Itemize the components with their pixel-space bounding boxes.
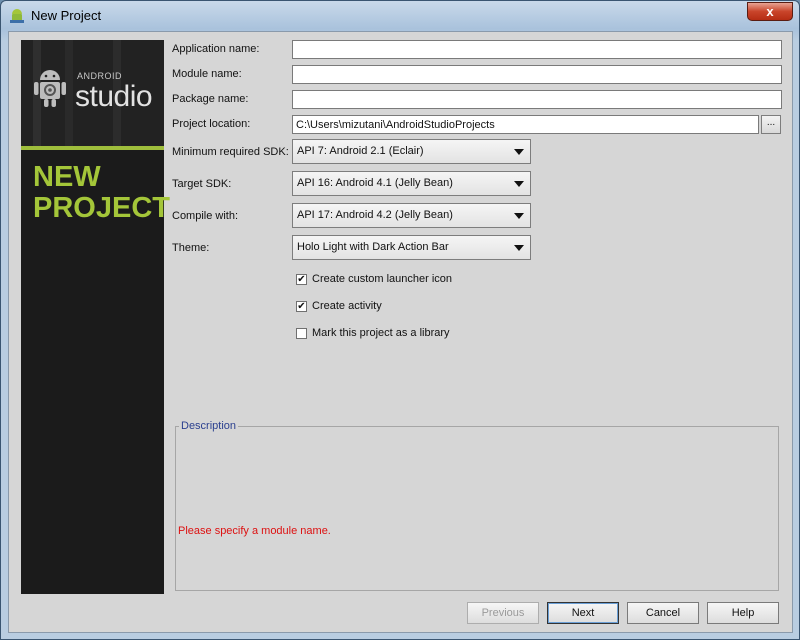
description-legend: Description bbox=[179, 420, 239, 432]
create-launcher-icon-checkbox[interactable]: ✔ bbox=[296, 274, 307, 285]
compile-with-label: Compile with: bbox=[172, 210, 239, 222]
project-location-label: Project location: bbox=[172, 118, 251, 130]
min-sdk-dropdown[interactable]: API 7: Android 2.1 (Eclair) bbox=[292, 139, 531, 164]
chevron-down-icon bbox=[514, 213, 524, 219]
banner-title-line1: NEW bbox=[33, 161, 101, 193]
module-name-field[interactable] bbox=[292, 65, 782, 84]
chevron-down-icon bbox=[514, 181, 524, 187]
description-panel: Description Please specify a module name… bbox=[175, 420, 779, 591]
min-sdk-label: Minimum required SDK: bbox=[172, 146, 289, 158]
mark-as-library-label[interactable]: Mark this project as a library bbox=[312, 327, 450, 339]
browse-location-button[interactable]: ... bbox=[761, 115, 781, 134]
help-button[interactable]: Help bbox=[707, 602, 779, 624]
window-title: New Project bbox=[31, 8, 102, 23]
theme-label: Theme: bbox=[172, 242, 210, 254]
validation-error-message: Please specify a module name. bbox=[178, 525, 331, 537]
target-sdk-label: Target SDK: bbox=[172, 178, 232, 190]
module-name-label: Module name: bbox=[172, 68, 242, 80]
chevron-down-icon bbox=[514, 245, 524, 251]
title-bar[interactable]: New Project x bbox=[1, 1, 799, 31]
create-launcher-icon-label[interactable]: Create custom launcher icon bbox=[312, 273, 452, 285]
previous-button[interactable]: Previous bbox=[467, 602, 539, 624]
create-activity-checkbox[interactable]: ✔ bbox=[296, 301, 307, 312]
brand-studio-label: studio bbox=[75, 80, 153, 113]
application-name-field[interactable] bbox=[292, 40, 782, 59]
min-sdk-value: API 7: Android 2.1 (Eclair) bbox=[297, 145, 424, 157]
new-project-banner: ANDROID studio NEW PROJECT bbox=[21, 40, 170, 594]
create-activity-label[interactable]: Create activity bbox=[312, 300, 382, 312]
banner-divider bbox=[21, 146, 164, 150]
banner-title-line2: PROJECT bbox=[33, 192, 170, 224]
dialog-content: ANDROID studio NEW PROJECT Application n… bbox=[8, 31, 793, 633]
application-name-label: Application name: bbox=[172, 43, 260, 55]
target-sdk-value: API 16: Android 4.1 (Jelly Bean) bbox=[297, 177, 453, 189]
compile-with-dropdown[interactable]: API 17: Android 4.2 (Jelly Bean) bbox=[292, 203, 531, 228]
chevron-down-icon bbox=[514, 149, 524, 155]
android-robot-icon bbox=[34, 70, 66, 107]
package-name-field[interactable] bbox=[292, 90, 782, 109]
package-name-label: Package name: bbox=[172, 93, 249, 105]
mark-as-library-checkbox[interactable] bbox=[296, 328, 307, 339]
banner-title: NEW PROJECT bbox=[33, 161, 170, 224]
theme-dropdown[interactable]: Holo Light with Dark Action Bar bbox=[292, 235, 531, 260]
target-sdk-dropdown[interactable]: API 16: Android 4.1 (Jelly Bean) bbox=[292, 171, 531, 196]
cancel-button[interactable]: Cancel bbox=[627, 602, 699, 624]
next-button[interactable]: Next bbox=[547, 602, 619, 624]
android-studio-app-icon bbox=[10, 9, 24, 23]
theme-value: Holo Light with Dark Action Bar bbox=[297, 241, 449, 253]
close-window-button[interactable]: x bbox=[747, 2, 793, 21]
new-project-window: New Project x ANDROID studio NEW PROJECT… bbox=[0, 0, 800, 640]
compile-with-value: API 17: Android 4.2 (Jelly Bean) bbox=[297, 209, 453, 221]
project-location-field[interactable] bbox=[292, 115, 759, 134]
